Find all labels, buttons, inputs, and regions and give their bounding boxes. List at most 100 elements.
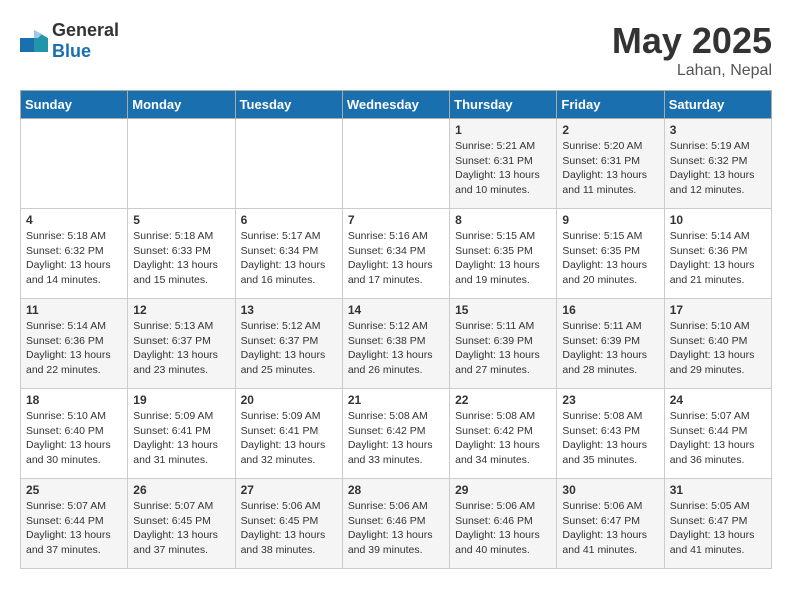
calendar-cell: 12 Sunrise: 5:13 AM Sunset: 6:37 PM Dayli… [128,299,235,389]
calendar-cell: 18Sunrise: 5:10 AM Sunset: 6:40 PM Dayli… [21,389,128,479]
weekday-header-thursday: Thursday [450,91,557,119]
calendar-cell: 27 Sunrise: 5:06 AM Sunset: 6:45 PM Dayli… [235,479,342,569]
calendar-cell: 23 Sunrise: 5:08 AM Sunset: 6:43 PM Dayli… [557,389,664,479]
calendar-cell: 19Sunrise: 5:09 AM Sunset: 6:41 PM Dayli… [128,389,235,479]
month-year-title: May 2025 [612,20,772,62]
day-number: 30 [562,483,658,497]
cell-info: Sunrise: 5:17 AM Sunset: 6:34 PM Dayligh… [241,229,337,288]
day-number: 31 [670,483,766,497]
day-number: 12 [133,303,229,317]
cell-info: Sunrise: 5:07 AM Sunset: 6:44 PM Dayligh… [26,499,122,558]
calendar-cell: 1 Sunrise: 5:21 AM Sunset: 6:31 PM Daylig… [450,119,557,209]
day-number: 29 [455,483,551,497]
day-number: 23 [562,393,658,407]
calendar-cell: 26 Sunrise: 5:07 AM Sunset: 6:45 PM Dayli… [128,479,235,569]
cell-info: Sunrise: 5:08 AM Sunset: 6:42 PM Dayligh… [455,409,551,468]
day-number: 17 [670,303,766,317]
calendar-cell: 29 Sunrise: 5:06 AM Sunset: 6:46 PM Dayli… [450,479,557,569]
weekday-header-row: SundayMondayTuesdayWednesdayThursdayFrid… [21,91,772,119]
cell-info: Sunrise: 5:10 AM Sunset: 6:40 PM Dayligh… [670,319,766,378]
cell-info: Sunrise: 5:06 AM Sunset: 6:47 PM Dayligh… [562,499,658,558]
day-number: 14 [348,303,444,317]
day-number: 4 [26,213,122,227]
calendar-week-row: 4 Sunrise: 5:18 AM Sunset: 6:32 PM Daylig… [21,209,772,299]
cell-info: Sunrise: 5:06 AM Sunset: 6:46 PM Dayligh… [348,499,444,558]
cell-info: Sunrise: 5:12 AM Sunset: 6:37 PM Dayligh… [241,319,337,378]
cell-info: Sunrise: 5:11 AM Sunset: 6:39 PM Dayligh… [455,319,551,378]
weekday-header-sunday: Sunday [21,91,128,119]
calendar-table: SundayMondayTuesdayWednesdayThursdayFrid… [20,90,772,569]
logo: General Blue [20,20,119,62]
cell-info: Sunrise: 5:13 AM Sunset: 6:37 PM Dayligh… [133,319,229,378]
calendar-cell: 16 Sunrise: 5:11 AM Sunset: 6:39 PM Dayli… [557,299,664,389]
calendar-cell: 4 Sunrise: 5:18 AM Sunset: 6:32 PM Daylig… [21,209,128,299]
cell-info: Sunrise: 5:18 AM Sunset: 6:33 PM Dayligh… [133,229,229,288]
cell-info: Sunrise: 5:14 AM Sunset: 6:36 PM Dayligh… [670,229,766,288]
calendar-cell: 2 Sunrise: 5:20 AM Sunset: 6:31 PM Daylig… [557,119,664,209]
day-number: 15 [455,303,551,317]
calendar-cell: 31Sunrise: 5:05 AM Sunset: 6:47 PM Dayli… [664,479,771,569]
weekday-header-friday: Friday [557,91,664,119]
calendar-cell: 25Sunrise: 5:07 AM Sunset: 6:44 PM Dayli… [21,479,128,569]
cell-info: Sunrise: 5:09 AM Sunset: 6:41 PM Dayligh… [241,409,337,468]
title-block: May 2025 Lahan, Nepal [612,20,772,80]
location-label: Lahan, Nepal [612,62,772,80]
calendar-week-row: 25Sunrise: 5:07 AM Sunset: 6:44 PM Dayli… [21,479,772,569]
page-header: General Blue May 2025 Lahan, Nepal [20,20,772,80]
logo-general: General [52,20,119,40]
calendar-cell: 11 Sunrise: 5:14 AM Sunset: 6:36 PM Dayli… [21,299,128,389]
cell-info: Sunrise: 5:21 AM Sunset: 6:31 PM Dayligh… [455,139,551,198]
day-number: 10 [670,213,766,227]
cell-info: Sunrise: 5:08 AM Sunset: 6:42 PM Dayligh… [348,409,444,468]
calendar-cell: 17 Sunrise: 5:10 AM Sunset: 6:40 PM Dayli… [664,299,771,389]
calendar-cell: 9 Sunrise: 5:15 AM Sunset: 6:35 PM Daylig… [557,209,664,299]
day-number: 16 [562,303,658,317]
calendar-cell: 7Sunrise: 5:16 AM Sunset: 6:34 PM Daylig… [342,209,449,299]
calendar-cell: 14Sunrise: 5:12 AM Sunset: 6:38 PM Dayli… [342,299,449,389]
cell-info: Sunrise: 5:06 AM Sunset: 6:46 PM Dayligh… [455,499,551,558]
logo-icon [20,30,48,52]
cell-info: Sunrise: 5:07 AM Sunset: 6:45 PM Dayligh… [133,499,229,558]
day-number: 22 [455,393,551,407]
calendar-week-row: 1 Sunrise: 5:21 AM Sunset: 6:31 PM Daylig… [21,119,772,209]
day-number: 26 [133,483,229,497]
calendar-cell [21,119,128,209]
calendar-cell: 13Sunrise: 5:12 AM Sunset: 6:37 PM Dayli… [235,299,342,389]
day-number: 2 [562,123,658,137]
day-number: 5 [133,213,229,227]
cell-info: Sunrise: 5:18 AM Sunset: 6:32 PM Dayligh… [26,229,122,288]
cell-info: Sunrise: 5:15 AM Sunset: 6:35 PM Dayligh… [562,229,658,288]
calendar-week-row: 18Sunrise: 5:10 AM Sunset: 6:40 PM Dayli… [21,389,772,479]
weekday-header-saturday: Saturday [664,91,771,119]
calendar-cell: 5 Sunrise: 5:18 AM Sunset: 6:33 PM Daylig… [128,209,235,299]
day-number: 20 [241,393,337,407]
cell-info: Sunrise: 5:08 AM Sunset: 6:43 PM Dayligh… [562,409,658,468]
day-number: 18 [26,393,122,407]
calendar-cell: 30 Sunrise: 5:06 AM Sunset: 6:47 PM Dayli… [557,479,664,569]
day-number: 11 [26,303,122,317]
day-number: 24 [670,393,766,407]
calendar-cell [235,119,342,209]
calendar-cell: 10 Sunrise: 5:14 AM Sunset: 6:36 PM Dayli… [664,209,771,299]
cell-info: Sunrise: 5:14 AM Sunset: 6:36 PM Dayligh… [26,319,122,378]
cell-info: Sunrise: 5:09 AM Sunset: 6:41 PM Dayligh… [133,409,229,468]
day-number: 6 [241,213,337,227]
day-number: 21 [348,393,444,407]
calendar-cell: 28Sunrise: 5:06 AM Sunset: 6:46 PM Dayli… [342,479,449,569]
calendar-cell: 22 Sunrise: 5:08 AM Sunset: 6:42 PM Dayli… [450,389,557,479]
weekday-header-wednesday: Wednesday [342,91,449,119]
cell-info: Sunrise: 5:15 AM Sunset: 6:35 PM Dayligh… [455,229,551,288]
cell-info: Sunrise: 5:11 AM Sunset: 6:39 PM Dayligh… [562,319,658,378]
calendar-cell [128,119,235,209]
logo-blue: Blue [52,41,91,61]
calendar-cell: 3Sunrise: 5:19 AM Sunset: 6:32 PM Daylig… [664,119,771,209]
weekday-header-tuesday: Tuesday [235,91,342,119]
day-number: 1 [455,123,551,137]
cell-info: Sunrise: 5:20 AM Sunset: 6:31 PM Dayligh… [562,139,658,198]
calendar-cell: 8Sunrise: 5:15 AM Sunset: 6:35 PM Daylig… [450,209,557,299]
day-number: 27 [241,483,337,497]
cell-info: Sunrise: 5:06 AM Sunset: 6:45 PM Dayligh… [241,499,337,558]
day-number: 9 [562,213,658,227]
calendar-week-row: 11 Sunrise: 5:14 AM Sunset: 6:36 PM Dayli… [21,299,772,389]
day-number: 3 [670,123,766,137]
